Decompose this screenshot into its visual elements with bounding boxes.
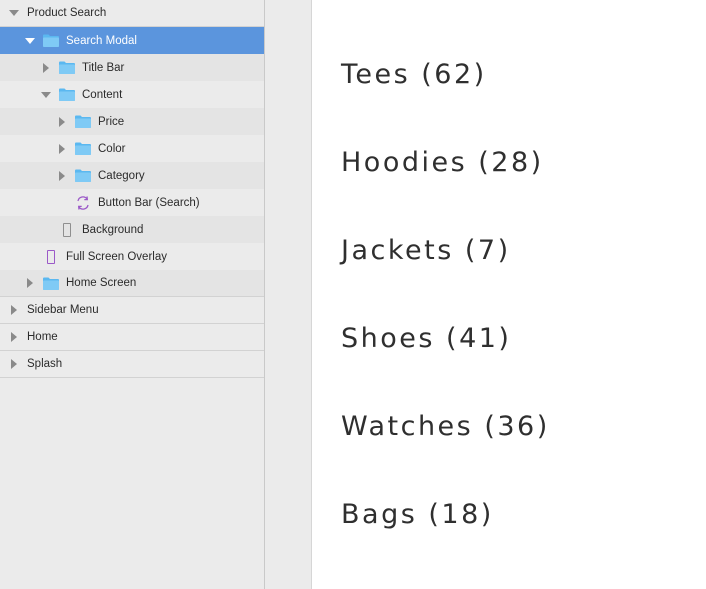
category-item-hoodies[interactable]: Hoodies (28) (341, 147, 544, 178)
purple-rectangle-icon (43, 249, 59, 265)
layer-label: Home Screen (66, 277, 137, 289)
layer-label: Category (98, 169, 145, 182)
layer-row-content[interactable]: Content (0, 81, 264, 108)
layer-row-title-bar[interactable]: Title Bar (0, 54, 264, 81)
category-item-jackets[interactable]: Jackets (7) (341, 235, 511, 266)
layer-label: Price (98, 115, 125, 128)
category-item-watches[interactable]: Watches (36) (341, 411, 550, 442)
layer-row-category[interactable]: Category (0, 162, 264, 189)
category-item-bags[interactable]: Bags (18) (341, 499, 494, 530)
layer-row-home[interactable]: Home (0, 324, 264, 351)
disclosure-collapsed-icon[interactable] (9, 359, 18, 369)
layer-list-panel: Product Search Search Modal Title Bar Conte… (0, 0, 265, 589)
disclosure-collapsed-icon[interactable] (9, 305, 18, 315)
disclosure-collapsed-icon[interactable] (57, 170, 66, 181)
disclosure-expanded-icon[interactable] (25, 36, 35, 46)
disclosure-collapsed-icon[interactable] (57, 143, 66, 154)
folder-icon (59, 61, 75, 74)
layer-label: Color (98, 142, 126, 155)
disclosure-collapsed-icon[interactable] (25, 278, 34, 288)
disclosure-collapsed-icon[interactable] (57, 116, 66, 127)
layer-label: Product Search (27, 7, 107, 19)
layer-label: Full Screen Overlay (66, 250, 167, 263)
layer-row-full-screen-overlay[interactable]: Full Screen Overlay (0, 243, 264, 270)
disclosure-expanded-icon[interactable] (9, 8, 19, 18)
canvas-gutter (265, 0, 309, 589)
layer-row-home-screen[interactable]: Home Screen (0, 270, 264, 297)
layer-row-color[interactable]: Color (0, 135, 264, 162)
disclosure-collapsed-icon[interactable] (9, 332, 18, 342)
layer-label: Content (82, 88, 123, 101)
layer-row-splash[interactable]: Splash (0, 351, 264, 378)
layer-label: Button Bar (Search) (98, 196, 200, 209)
layer-label: Title Bar (82, 61, 125, 74)
folder-icon (75, 142, 91, 155)
layer-row-sidebar-menu[interactable]: Sidebar Menu (0, 297, 264, 324)
rectangle-icon (59, 222, 75, 238)
layer-row-button-bar-search[interactable]: Button Bar (Search) (0, 189, 264, 216)
disclosure-collapsed-icon[interactable] (41, 62, 50, 73)
folder-icon (75, 115, 91, 128)
folder-icon (43, 277, 59, 290)
category-item-shoes[interactable]: Shoes (41) (341, 323, 511, 354)
artboard[interactable]: Tees (62) Hoodies (28) Jackets (7) Shoes… (311, 0, 706, 589)
folder-icon (43, 34, 59, 47)
layer-row-price[interactable]: Price (0, 108, 264, 135)
layer-label: Home (27, 331, 58, 343)
layer-row-background[interactable]: Background (0, 216, 264, 243)
symbol-icon (77, 195, 89, 210)
folder-icon (75, 169, 91, 182)
layer-label: Splash (27, 358, 63, 370)
layer-label: Background (82, 223, 144, 236)
layer-row-product-search[interactable]: Product Search (0, 0, 264, 27)
layer-label: Search Modal (66, 34, 137, 47)
layer-row-search-modal[interactable]: Search Modal (0, 27, 264, 54)
layer-label: Sidebar Menu (27, 304, 99, 316)
category-item-tees[interactable]: Tees (62) (341, 59, 487, 90)
disclosure-expanded-icon[interactable] (41, 90, 51, 100)
folder-icon (59, 88, 75, 101)
